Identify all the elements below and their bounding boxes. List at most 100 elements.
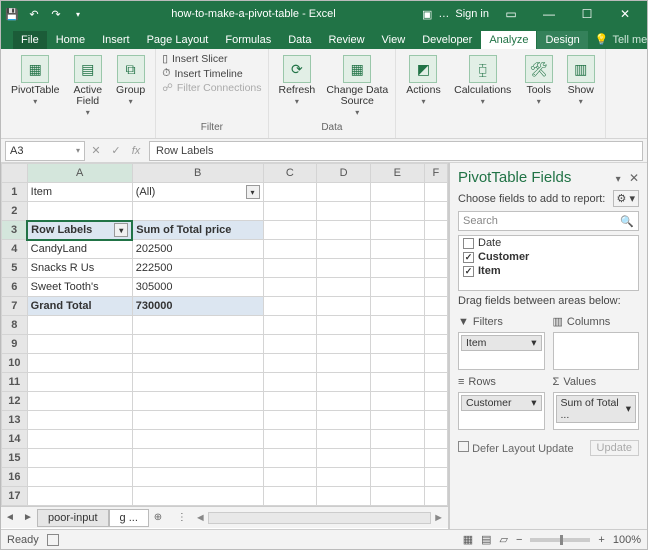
fx-icon[interactable]: fx [129, 145, 143, 157]
tab-insert[interactable]: Insert [94, 31, 138, 49]
col-header-D[interactable]: D [317, 164, 371, 183]
cell[interactable]: 202500 [132, 240, 263, 259]
filter-dropdown-icon[interactable]: ▾ [246, 185, 260, 199]
pivottable-button[interactable]: ▦PivotTable [7, 53, 63, 119]
maximize-icon[interactable]: ☐ [569, 3, 605, 25]
field-list[interactable]: Date ✓Customer ✓Item [458, 235, 639, 291]
columns-area[interactable] [553, 332, 640, 370]
pane-settings-icon[interactable]: ⚙ ▾ [613, 190, 639, 207]
change-data-source[interactable]: ▦Change Data Source [325, 53, 389, 119]
enter-formula-icon[interactable]: ✓ [109, 144, 123, 157]
cancel-formula-icon[interactable]: ✕ [89, 144, 103, 157]
redo-icon[interactable]: ↷ [49, 7, 63, 21]
tab-view[interactable]: View [374, 31, 414, 49]
ribbon-collapse-icon[interactable]: ▣ [422, 8, 432, 21]
rowlabels-dropdown-icon[interactable]: ▾ [114, 223, 128, 237]
col-header-B[interactable]: B [132, 164, 263, 183]
tab-analyze[interactable]: Analyze [481, 31, 536, 49]
sheet-nav-prev[interactable]: ◄ [1, 512, 19, 523]
actions-button[interactable]: ◩Actions [402, 53, 444, 108]
close-pane-icon[interactable]: ✕ [629, 171, 639, 185]
view-page-icon[interactable]: ▤ [481, 533, 491, 546]
search-fields[interactable]: Search🔍 [458, 211, 639, 231]
checkbox[interactable] [463, 238, 474, 249]
tab-developer[interactable]: Developer [414, 31, 480, 49]
group-button[interactable]: ⧉Group [112, 53, 149, 119]
show-button[interactable]: ▥Show [563, 53, 599, 108]
select-all[interactable] [2, 164, 28, 183]
defer-checkbox[interactable] [458, 441, 469, 452]
pivottable-fields-pane: PivotTable Fields ▾ ✕ Choose fields to a… [449, 163, 647, 529]
ribbon-options-icon[interactable]: ▭ [493, 3, 529, 25]
checkbox[interactable]: ✓ [463, 266, 474, 277]
cell[interactable]: 222500 [132, 259, 263, 278]
cell[interactable]: 305000 [132, 278, 263, 297]
tools-button[interactable]: 🛠Tools [521, 53, 557, 108]
tab-page-layout[interactable]: Page Layout [139, 31, 217, 49]
col-header-F[interactable]: F [424, 164, 447, 183]
undo-icon[interactable]: ↶ [27, 7, 41, 21]
insert-slicer[interactable]: ▯Insert Slicer [162, 53, 261, 65]
tab-home[interactable]: Home [48, 31, 93, 49]
scroll-left-icon[interactable]: ◄ [195, 512, 206, 524]
view-break-icon[interactable]: ▱ [500, 533, 508, 546]
tab-file[interactable]: File [13, 31, 47, 49]
col-header-C[interactable]: C [263, 164, 317, 183]
cell[interactable]: CandyLand [27, 240, 132, 259]
timeline-icon: ⏱ [162, 67, 170, 80]
values-header[interactable]: Sum of Total price [132, 221, 263, 240]
field-pill[interactable]: Sum of Total ...▾ [556, 395, 637, 423]
zoom-level[interactable]: 100% [613, 534, 641, 546]
field-item: Date [459, 236, 638, 250]
sheet-tab[interactable]: g ... [109, 509, 149, 527]
sheet-nav-next[interactable]: ► [19, 512, 37, 523]
col-header-A[interactable]: A [27, 164, 132, 183]
qat-dropdown-icon[interactable]: ▾ [71, 7, 85, 21]
columns-label: ▥Columns [553, 315, 640, 328]
cell[interactable]: Item [27, 183, 132, 202]
close-icon[interactable]: ✕ [607, 3, 643, 25]
zoom-slider[interactable] [530, 538, 590, 542]
field-pill[interactable]: Customer▾ [461, 395, 542, 411]
hscrollbar[interactable] [208, 512, 431, 524]
scroll-right-icon[interactable]: ► [433, 512, 444, 524]
macro-record-icon[interactable] [47, 534, 59, 546]
cell[interactable]: Snacks R Us [27, 259, 132, 278]
field-pill[interactable]: Item▾ [461, 335, 542, 351]
pane-dropdown-icon[interactable]: ▾ [616, 174, 621, 185]
sheet-tab[interactable]: poor-input [37, 509, 109, 527]
zoom-in-icon[interactable]: + [598, 534, 604, 546]
checkbox[interactable]: ✓ [463, 252, 474, 263]
tab-review[interactable]: Review [320, 31, 372, 49]
filters-area[interactable]: Item▾ [458, 332, 545, 370]
col-header-E[interactable]: E [370, 164, 424, 183]
title-bar: 💾 ↶ ↷ ▾ how-to-make-a-pivot-table - Exce… [1, 1, 647, 27]
values-area[interactable]: Sum of Total ...▾ [553, 392, 640, 430]
sign-in[interactable]: ▣ … Sign in [422, 8, 489, 21]
tab-design[interactable]: Design [537, 31, 587, 49]
formula-bar[interactable]: Row Labels [149, 141, 643, 161]
tab-formulas[interactable]: Formulas [217, 31, 279, 49]
insert-timeline[interactable]: ⏱Insert Timeline [162, 67, 261, 80]
refresh-button[interactable]: ⟳Refresh [275, 53, 320, 119]
grand-total-value[interactable]: 730000 [132, 297, 263, 316]
zoom-out-icon[interactable]: − [516, 534, 522, 546]
update-button[interactable]: Update [590, 440, 639, 456]
tell-me[interactable]: 💡Tell me [589, 30, 648, 49]
cell[interactable]: Sweet Tooth's [27, 278, 132, 297]
row-labels-header[interactable]: Row Labels▾ [27, 221, 132, 240]
calculations-button[interactable]: ⧮Calculations [451, 53, 515, 108]
tab-data[interactable]: Data [280, 31, 319, 49]
grand-total-label[interactable]: Grand Total [27, 297, 132, 316]
active-field-button[interactable]: ▤Active Field [69, 53, 106, 119]
tools-icon: 🛠 [525, 55, 553, 83]
cell[interactable]: (All)▾ [132, 183, 263, 202]
view-normal-icon[interactable]: ▦ [463, 533, 473, 546]
save-icon[interactable]: 💾 [5, 7, 19, 21]
minimize-icon[interactable]: — [531, 3, 567, 25]
rows-area[interactable]: Customer▾ [458, 392, 545, 430]
worksheet-area[interactable]: A B C D E F 1 Item (All)▾ 2 3 Row Labels… [1, 163, 449, 529]
data-source-icon: ▦ [343, 55, 371, 83]
new-sheet-icon[interactable]: ⊕ [149, 512, 167, 523]
name-box[interactable]: A3▾ [5, 141, 85, 161]
